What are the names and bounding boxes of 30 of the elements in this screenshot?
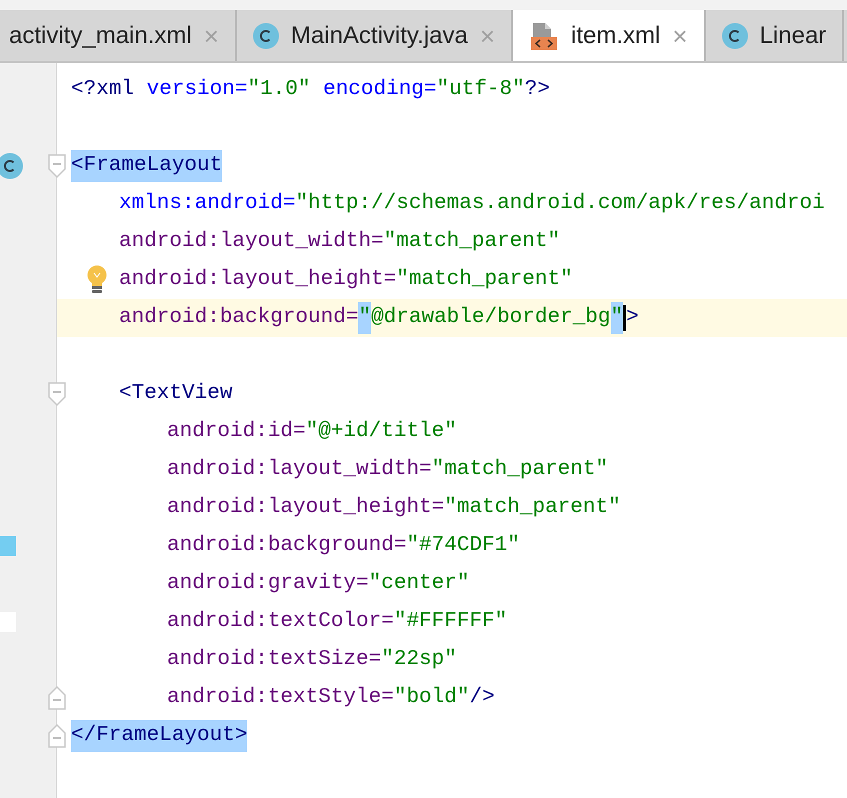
code-line: android:background="#74CDF1"	[167, 533, 520, 560]
code-line: android:layout_width="match_parent"	[119, 229, 560, 256]
fold-icon[interactable]	[47, 381, 67, 407]
color-swatch[interactable]	[0, 536, 16, 556]
fold-icon[interactable]	[47, 153, 67, 179]
class-icon	[252, 22, 279, 48]
code-line: xmlns:android="http://schemas.android.com/apk/res/androi	[119, 191, 825, 218]
lightbulb-icon[interactable]	[86, 265, 108, 295]
code-line: <TextView	[119, 381, 232, 408]
tab-label: MainActivity.java	[290, 20, 468, 50]
fold-icon[interactable]	[47, 723, 67, 749]
tab-label: Linear	[760, 20, 826, 50]
editor-tab[interactable]: Linear	[706, 10, 844, 61]
class-marker-icon[interactable]	[0, 153, 23, 179]
code-line: android:textColor="#FFFFFF"	[167, 609, 508, 636]
code-line: android:gravity="center"	[167, 571, 470, 598]
code-line: android:layout_width="match_parent"	[167, 457, 608, 484]
tab-label: activity_main.xml	[9, 20, 192, 50]
xml-file-icon	[529, 20, 560, 50]
code-line: android:background="@drawable/border_bg">	[119, 302, 639, 334]
code-line: android:layout_height="match_parent"	[167, 495, 621, 522]
code-line: android:textSize="22sp"	[167, 647, 457, 674]
class-icon	[722, 22, 748, 48]
code-line: <?xml version="1.0" encoding="utf-8"?>	[71, 77, 550, 104]
code-line: android:layout_height="match_parent"	[119, 267, 573, 294]
tab-label: item.xml	[571, 20, 660, 50]
code-line: android:textStyle="bold"/>	[167, 685, 495, 712]
editor-tab[interactable]: item.xml ×	[513, 10, 706, 61]
fold-icon[interactable]	[47, 685, 67, 711]
code-line: android:id="@+id/title"	[167, 419, 457, 446]
